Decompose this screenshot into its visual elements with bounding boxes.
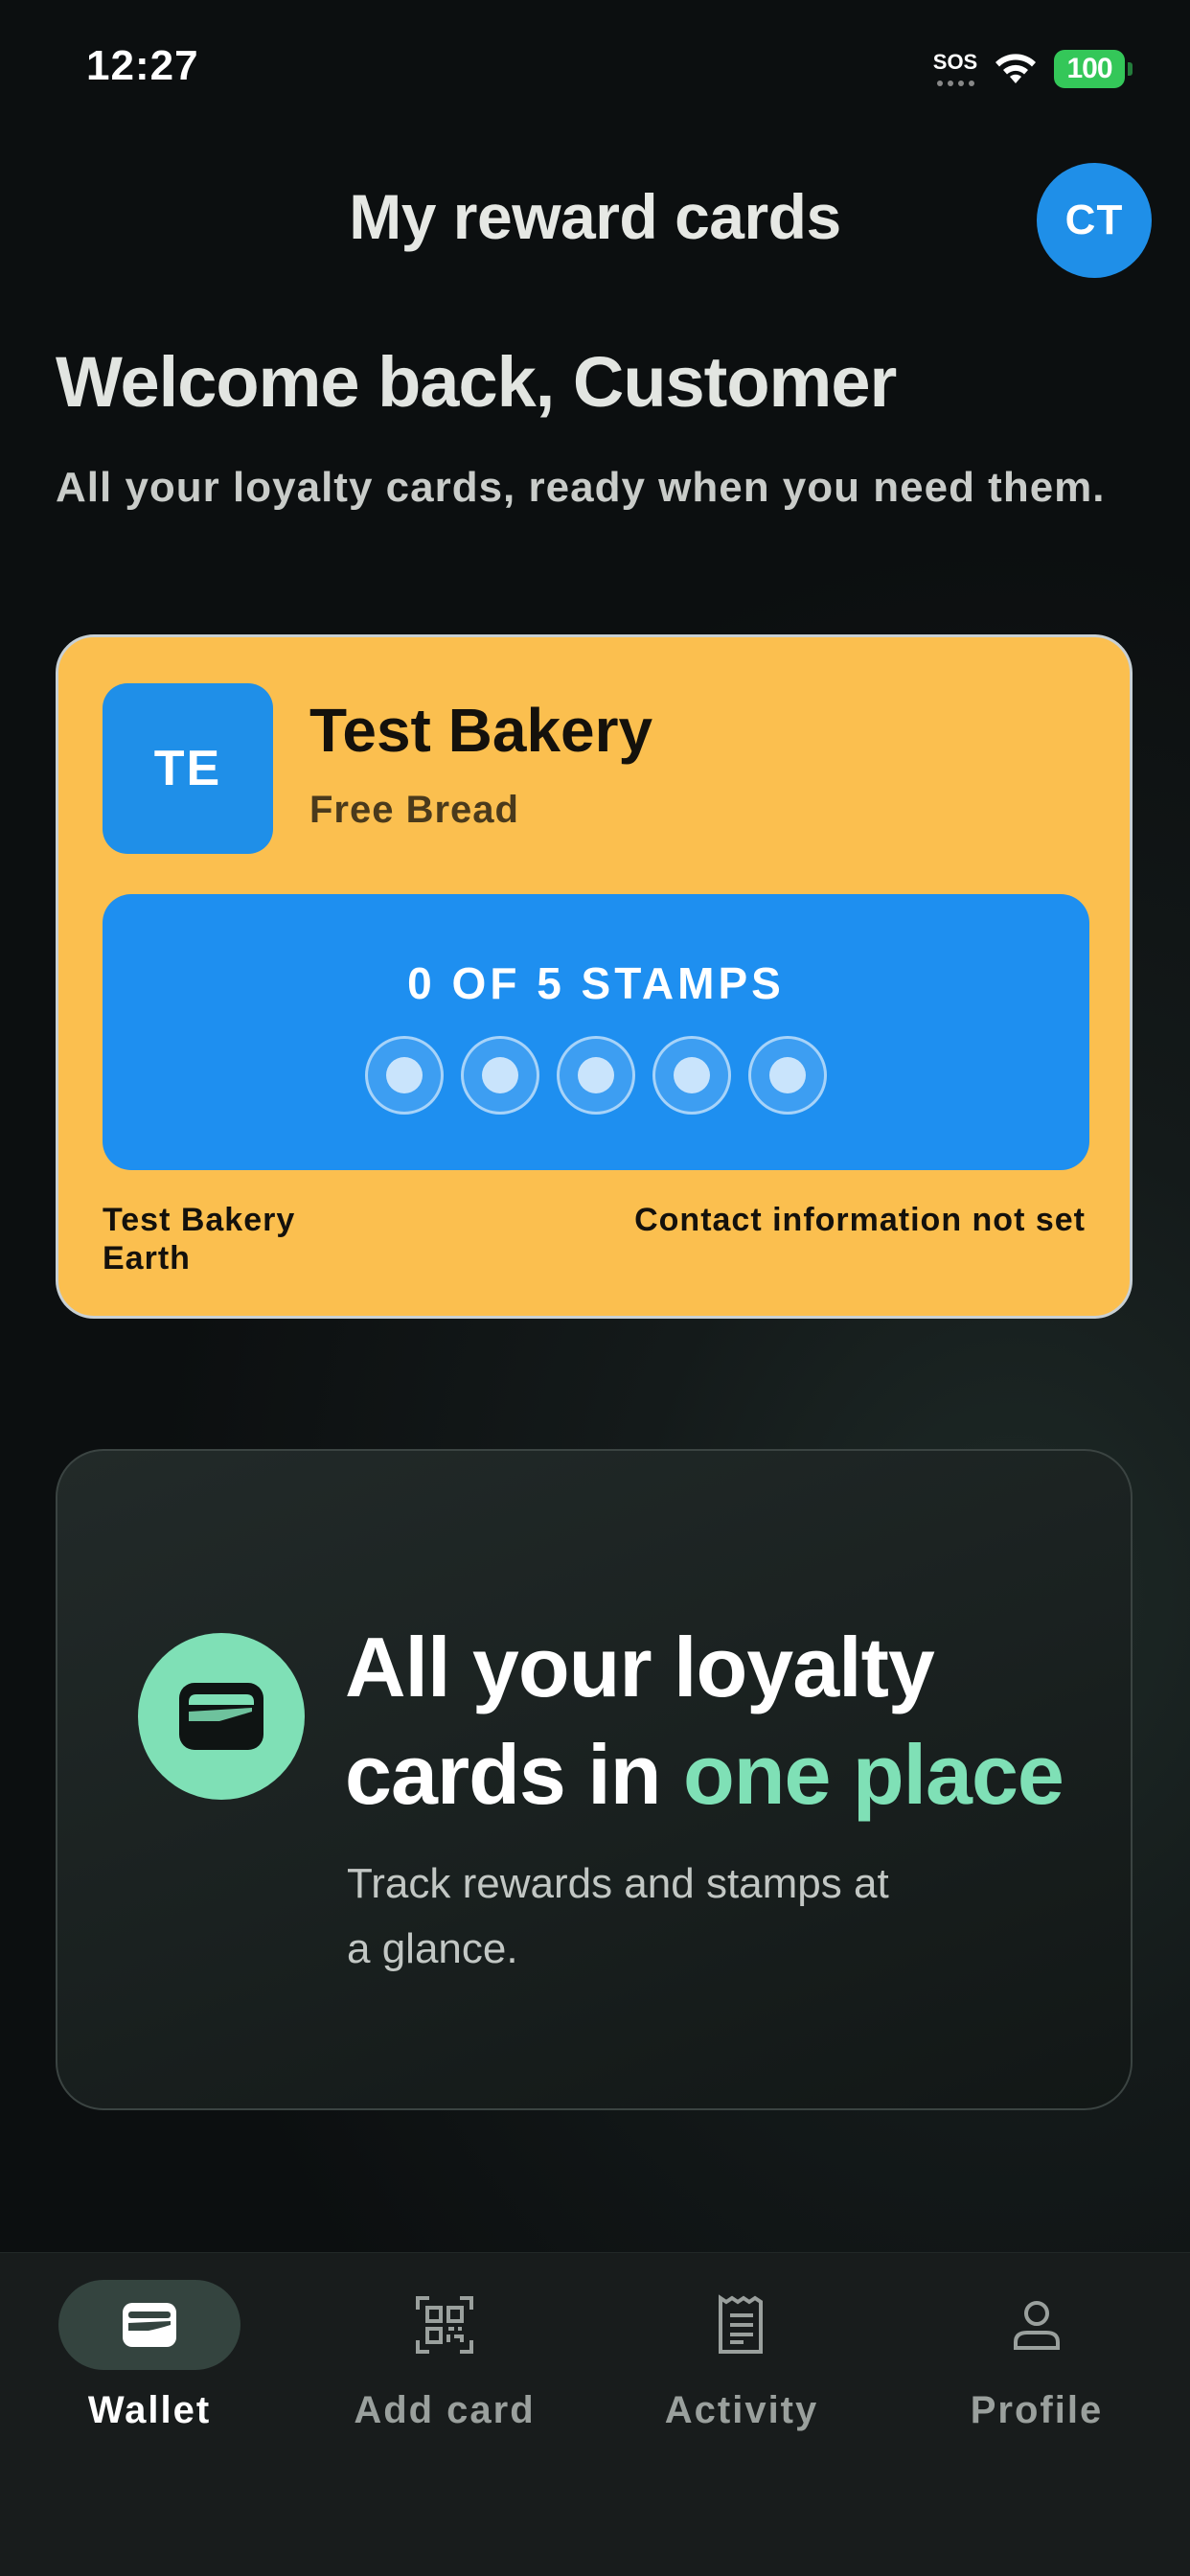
nav-label: Activity [664, 2389, 819, 2431]
stamp-slot [652, 1036, 731, 1115]
reward-name: Free Bread [309, 789, 519, 831]
loyalty-card[interactable]: TE Test Bakery Free Bread 0 OF 5 STAMPS … [56, 634, 1133, 1319]
battery-icon: 100 [1054, 50, 1133, 88]
location-name: Test Bakery [103, 1202, 296, 1238]
wifi-icon [995, 54, 1036, 83]
card-contact: Contact information not set [634, 1202, 1086, 1238]
stamp-panel: 0 OF 5 STAMPS [103, 894, 1089, 1170]
nav-label: Add card [354, 2389, 536, 2431]
stamp-slot [365, 1036, 444, 1115]
stamp-row [103, 1036, 1089, 1115]
battery-level: 100 [1054, 50, 1125, 88]
wallet-icon [58, 2280, 240, 2370]
nav-label: Profile [970, 2389, 1104, 2431]
nav-activity[interactable]: Activity [617, 2280, 866, 2472]
wallet-icon [138, 1633, 305, 1800]
nav-wallet[interactable]: Wallet [25, 2280, 274, 2472]
welcome-subtitle: All your loyalty cards, ready when you n… [56, 464, 1106, 511]
avatar-button[interactable]: CT [1037, 163, 1152, 278]
signal-dots-icon [936, 80, 974, 86]
card-location: Test Bakery Earth [103, 1201, 295, 1277]
promo-title: All your loyalty cards in one place [345, 1614, 1111, 1828]
receipt-icon [651, 2280, 833, 2370]
bottom-nav: Wallet Add card Activity Profile [0, 2252, 1190, 2576]
nav-add-card[interactable]: Add card [320, 2280, 569, 2472]
qr-code-icon [354, 2280, 536, 2370]
promo-card: All your loyalty cards in one place Trac… [56, 1449, 1133, 2110]
promo-title-highlight: one place [682, 1727, 1064, 1822]
stamp-empty-icon [482, 1057, 518, 1093]
status-time: 12:27 [86, 42, 199, 89]
promo-subtitle: Track rewards and stamps at a glance. [347, 1860, 889, 1972]
stamp-slot [557, 1036, 635, 1115]
stamp-empty-icon [386, 1057, 423, 1093]
stamp-empty-icon [769, 1057, 806, 1093]
stamp-empty-icon [674, 1057, 710, 1093]
location-area: Earth [103, 1240, 191, 1276]
status-indicators: SOS 100 [933, 48, 1133, 90]
stamp-slot [461, 1036, 539, 1115]
app-screen: 12:27 SOS 100 My reward cards CT Welcome… [0, 0, 1190, 2576]
nav-label: Wallet [87, 2389, 212, 2431]
welcome-heading: Welcome back, Customer [56, 342, 897, 422]
merchant-name: Test Bakery [309, 696, 653, 765]
person-icon [946, 2280, 1128, 2370]
stamp-slot [748, 1036, 827, 1115]
status-bar: 12:27 SOS 100 [0, 0, 1190, 134]
stamp-count-label: 0 OF 5 STAMPS [407, 958, 785, 1008]
nav-profile[interactable]: Profile [912, 2280, 1161, 2472]
stamp-empty-icon [578, 1057, 614, 1093]
sos-label: SOS [932, 50, 978, 74]
page-title: My reward cards [349, 181, 841, 252]
sos-indicator: SOS [933, 50, 977, 88]
merchant-badge: TE [103, 683, 273, 854]
